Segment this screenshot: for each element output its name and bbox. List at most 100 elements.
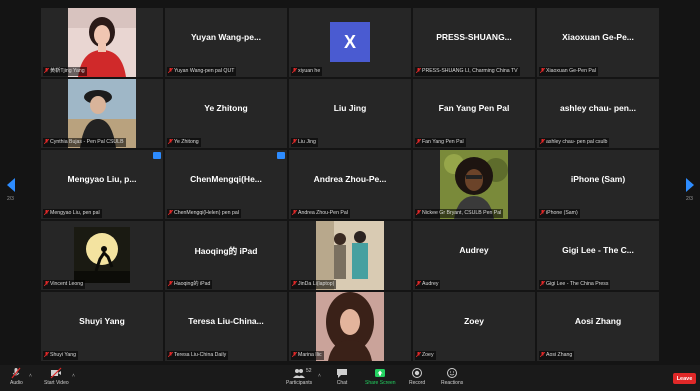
participant-name-label: Teresa Liu-China Daily — [167, 351, 229, 360]
muted-mic-icon — [292, 68, 297, 74]
muted-mic-icon — [168, 281, 173, 287]
participant-name-label: Zoey — [415, 351, 436, 360]
muted-mic-icon — [44, 210, 49, 216]
audio-label: Audio — [10, 380, 23, 386]
participant-display-name: Yuyan Wang-pe... — [190, 32, 262, 42]
participant-tile[interactable]: 黄靳Tjing Yang — [41, 8, 163, 77]
participant-tile[interactable]: Vincent Leong — [41, 221, 163, 290]
muted-mic-icon — [416, 281, 421, 287]
chat-label: Chat — [336, 380, 348, 386]
next-page-arrow[interactable] — [685, 178, 695, 192]
participant-tile[interactable]: Gigi Lee - The C... Gigi Lee - The China… — [537, 221, 659, 290]
participant-display-name: ChenMengqi(He... — [190, 174, 262, 184]
participants-options-caret[interactable]: ˄ — [318, 373, 321, 379]
participant-display-name: Liu Jing — [333, 103, 367, 113]
record-label: Record — [409, 380, 426, 386]
participant-tile[interactable]: Xiaoxuan Ge-Pe... Xiaoxuan Ge-Pen Pal — [537, 8, 659, 77]
participant-name-label: Fan Yang Pen Pal — [415, 138, 466, 147]
participant-tile[interactable]: Marina Ilic — [289, 292, 411, 361]
leave-button[interactable]: Leave — [673, 373, 696, 384]
muted-mic-icon — [416, 139, 421, 145]
participant-name-label: PRESS-SHUANG LI, Charming China TV — [415, 67, 520, 76]
participant-tile[interactable]: Audrey Audrey — [413, 221, 535, 290]
participant-display-name: Teresa Liu-China... — [188, 316, 264, 326]
video-off-icon — [50, 367, 62, 379]
participant-name-label: Ye Zhitong — [167, 138, 201, 147]
participant-name-label: Vincent Leong — [43, 280, 86, 289]
participant-tile[interactable]: Teresa Liu-China... Teresa Liu-China Dai… — [165, 292, 287, 361]
participant-name-label: Liu Jing — [291, 138, 318, 147]
audio-button[interactable]: Audio — [10, 367, 23, 386]
pin-indicator — [153, 152, 161, 159]
audio-options-caret[interactable]: ˄ — [29, 373, 32, 379]
muted-mic-icon — [540, 210, 545, 216]
participant-tile[interactable]: JinDa Li(laptop) — [289, 221, 411, 290]
record-button[interactable]: Record — [409, 367, 425, 386]
muted-mic-icon — [44, 352, 49, 358]
start-video-button[interactable]: Start Video — [44, 367, 69, 386]
previous-page-arrow[interactable] — [6, 178, 16, 192]
participant-name-label: Audrey — [415, 280, 441, 289]
participant-display-name: Audrey — [459, 245, 489, 255]
video-gallery: 2/3 2/3 黄靳Tjing Yang Yuyan Wang-pe... Yu… — [0, 0, 700, 365]
participant-display-name: Zoey — [464, 316, 484, 326]
participant-tile[interactable]: Nickee Gr Bryant, CSULB Pen Pal — [413, 150, 535, 219]
participant-tile[interactable]: Shuyi Yang Shuyi Yang — [41, 292, 163, 361]
muted-mic-icon — [292, 352, 297, 358]
participant-tile[interactable]: Liu Jing Liu Jing — [289, 79, 411, 148]
participant-name-label: Aosi Zhang — [539, 351, 575, 360]
participant-tile[interactable]: Andrea Zhou-Pe... Andrea Zhou-Pen Pal — [289, 150, 411, 219]
participant-name-label: Marina Ilic — [291, 351, 324, 360]
participant-tile[interactable]: ChenMengqi(He... ChenMengqi(Helen) pen p… — [165, 150, 287, 219]
participant-tile[interactable]: Cynthia Bujas - Pen Pal CSULB — [41, 79, 163, 148]
participant-grid: 黄靳Tjing Yang Yuyan Wang-pe... Yuyan Wang… — [41, 8, 661, 362]
participant-tile[interactable]: Zoey Zoey — [413, 292, 535, 361]
participant-tile[interactable]: X xiyuan he — [289, 8, 411, 77]
participant-video — [316, 292, 384, 361]
participant-display-name: Fan Yang Pen Pal — [438, 103, 510, 113]
participant-display-name: Shuyi Yang — [79, 316, 125, 326]
record-icon — [412, 368, 423, 378]
participant-name-label: Haoqing的 iPad — [167, 280, 213, 289]
video-options-caret[interactable]: ˄ — [72, 373, 75, 379]
chat-icon — [337, 369, 347, 378]
participant-display-name: PRESS-SHUANG... — [436, 32, 512, 42]
smiley-icon — [447, 368, 458, 378]
participant-name-label: Yuyan Wang-pen pal QUT — [167, 67, 237, 76]
chat-button[interactable]: Chat — [336, 367, 348, 386]
participant-video — [74, 227, 130, 283]
muted-mic-icon — [292, 139, 297, 145]
participant-display-name: Ye Zhitong — [204, 103, 248, 113]
participant-tile[interactable]: Yuyan Wang-pe... Yuyan Wang-pen pal QUT — [165, 8, 287, 77]
muted-mic-icon — [168, 210, 173, 216]
participant-display-name: Andrea Zhou-Pe... — [313, 174, 387, 184]
muted-mic-icon — [11, 367, 21, 379]
participant-display-name: Xiaoxuan Ge-Pe... — [562, 32, 634, 42]
participant-tile[interactable]: Haoqing的 iPad Haoqing的 iPad — [165, 221, 287, 290]
muted-mic-icon — [44, 281, 49, 287]
start-video-label: Start Video — [44, 380, 69, 386]
participant-tile[interactable]: ashley chau- pen... ashley chau- pen pal… — [537, 79, 659, 148]
share-screen-label: Share Screen — [365, 380, 396, 386]
muted-mic-icon — [44, 139, 49, 145]
page-indicator-right: 2/3 — [686, 196, 693, 202]
muted-mic-icon — [44, 68, 49, 74]
participant-tile[interactable]: Aosi Zhang Aosi Zhang — [537, 292, 659, 361]
muted-mic-icon — [292, 281, 297, 287]
participant-display-name: Mengyao Liu, p... — [67, 174, 137, 184]
participant-display-name: Haoqing的 iPad — [194, 246, 258, 256]
reactions-button[interactable]: Reactions — [441, 367, 463, 386]
participant-tile[interactable]: PRESS-SHUANG... PRESS-SHUANG LI, Charmin… — [413, 8, 535, 77]
muted-mic-icon — [540, 139, 545, 145]
participant-name-label: 黄靳Tjing Yang — [43, 67, 87, 76]
share-screen-button[interactable]: Share Screen — [365, 367, 396, 386]
participant-name-label: JinDa Li(laptop) — [291, 280, 337, 289]
participant-name-label: Xiaoxuan Ge-Pen Pal — [539, 67, 598, 76]
participant-tile[interactable]: Ye Zhitong Ye Zhitong — [165, 79, 287, 148]
participant-display-name: Aosi Zhang — [574, 316, 622, 326]
participants-icon — [293, 369, 306, 378]
participant-tile[interactable]: iPhone (Sam) iPhone (Sam) — [537, 150, 659, 219]
participant-tile[interactable]: Fan Yang Pen Pal Fan Yang Pen Pal — [413, 79, 535, 148]
participant-tile[interactable]: Mengyao Liu, p... Mengyao Liu, pen pal — [41, 150, 163, 219]
participants-count: 52 — [306, 368, 312, 374]
